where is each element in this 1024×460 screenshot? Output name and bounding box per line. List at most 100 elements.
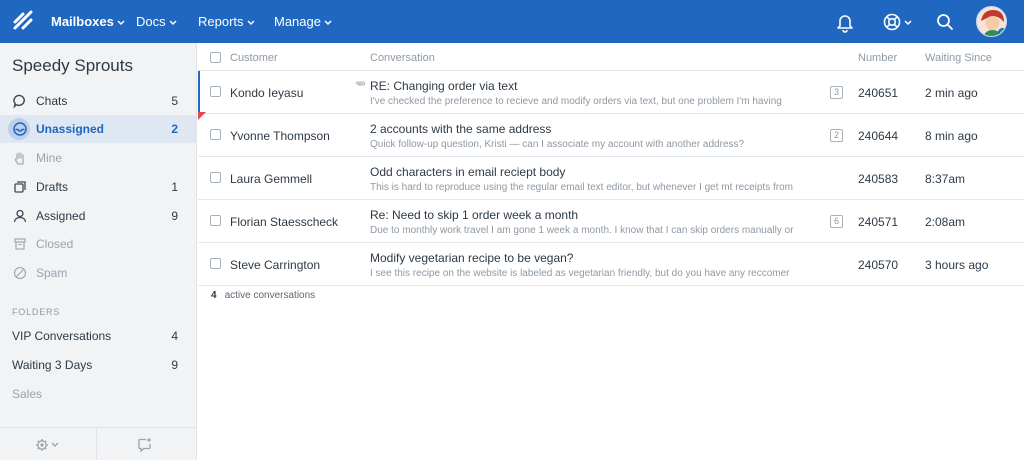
folder-label: Waiting 3 Days xyxy=(12,358,93,372)
sidebar-item-assigned[interactable]: Assigned 9 xyxy=(0,202,196,230)
conversation-subject: 2 accounts with the same address xyxy=(370,122,552,136)
new-conversation-icon xyxy=(138,438,151,453)
conversation-number: 240651 xyxy=(858,86,899,100)
sidebar-item-chats[interactable]: Chats 5 xyxy=(0,87,196,115)
top-navigation-bar: Mailboxes Docs Reports Manage xyxy=(0,0,1024,43)
nav-docs[interactable]: Docs xyxy=(136,0,177,43)
conversation-subject: Odd characters in email reciept body xyxy=(370,165,566,179)
nav-manage[interactable]: Manage xyxy=(274,0,332,43)
table-row[interactable]: Kondo Ieyasu RE: Changing order via text… xyxy=(198,71,1024,114)
attachment-icon xyxy=(355,81,365,86)
table-row[interactable]: Steve Carrington Modify vegetarian recip… xyxy=(198,243,1024,286)
sidebar-item-count: 1 xyxy=(171,180,178,194)
gear-icon xyxy=(36,439,59,451)
conversation-number: 240583 xyxy=(858,172,899,186)
sidebar-item-label: Closed xyxy=(36,237,74,251)
sidebar-item-label: Unassigned xyxy=(36,122,105,136)
sidebar-item-drafts[interactable]: Drafts 1 xyxy=(0,173,196,201)
conversation-subject: Modify vegetarian recipe to be vegan? xyxy=(370,251,574,265)
nav-reports[interactable]: Reports xyxy=(198,0,255,43)
column-header-customer[interactable]: Customer xyxy=(230,52,278,64)
waiting-since: 2 min ago xyxy=(925,86,978,100)
row-checkbox[interactable] xyxy=(210,172,221,183)
folder-label: Sales xyxy=(12,387,43,401)
online-status-indicator xyxy=(998,28,1006,36)
conversation-preview: This is hard to reproduce using the regu… xyxy=(370,182,793,193)
folders-heading: FOLDERS xyxy=(12,307,61,317)
sidebar-item-closed[interactable]: Closed xyxy=(0,230,196,258)
conversation-list: Customer Conversation Number Waiting Sin… xyxy=(198,43,1024,460)
helpscout-logo-icon[interactable] xyxy=(12,10,34,32)
row-checkbox[interactable] xyxy=(210,129,221,140)
customer-name: Steve Carrington xyxy=(230,258,321,272)
sidebar-item-label: Spam xyxy=(36,266,68,280)
folder-label: VIP Conversations xyxy=(12,329,112,343)
column-header-conversation[interactable]: Conversation xyxy=(370,52,435,64)
row-checkbox[interactable] xyxy=(210,86,221,97)
mouse-cursor-highlight xyxy=(8,118,30,140)
thread-count-badge: 2 xyxy=(830,129,843,142)
drafts-icon xyxy=(14,181,26,193)
active-conversations-label: active conversations xyxy=(224,290,316,301)
archive-icon xyxy=(14,238,26,250)
folder-item-waiting-3-days[interactable]: Waiting 3 Days 9 xyxy=(0,351,196,379)
nav-mailboxes[interactable]: Mailboxes xyxy=(51,0,125,43)
sidebar-item-label: Mine xyxy=(36,151,63,165)
conversation-number: 240644 xyxy=(858,129,899,143)
chevron-down-icon xyxy=(904,20,912,26)
conversation-subject: RE: Changing order via text xyxy=(370,79,518,93)
thread-count-badge: 3 xyxy=(830,86,843,99)
notifications-bell-icon[interactable] xyxy=(834,11,856,33)
user-avatar[interactable] xyxy=(976,6,1007,37)
mailbox-settings-button[interactable] xyxy=(0,428,96,460)
column-header-number[interactable]: Number xyxy=(858,52,897,64)
waiting-since: 2:08am xyxy=(925,215,966,229)
person-icon xyxy=(13,209,27,223)
conversation-preview: Due to monthly work travel I am gone 1 w… xyxy=(370,225,794,236)
row-checkbox[interactable] xyxy=(210,258,221,269)
folder-item-sales[interactable]: Sales xyxy=(0,380,196,408)
sidebar-item-mine[interactable]: Mine xyxy=(0,144,196,172)
conversation-number: 240571 xyxy=(858,215,899,229)
chevron-down-icon xyxy=(117,20,125,25)
table-row[interactable]: Laura Gemmell Odd characters in email re… xyxy=(198,157,1024,200)
active-conversations-count: 4 xyxy=(211,290,217,301)
unassigned-flag-marker xyxy=(198,112,206,120)
column-header-waiting-since[interactable]: Waiting Since xyxy=(925,52,992,64)
select-all-checkbox[interactable] xyxy=(210,52,221,63)
nav-docs-label: Docs xyxy=(136,14,166,29)
search-icon[interactable] xyxy=(934,11,956,33)
new-conversation-button[interactable] xyxy=(97,428,193,460)
nav-mailboxes-label: Mailboxes xyxy=(51,14,114,29)
table-header: Customer Conversation Number Waiting Sin… xyxy=(198,43,1024,71)
customer-name: Laura Gemmell xyxy=(230,172,313,186)
conversation-preview: I've checked the preference to recieve a… xyxy=(370,96,782,107)
waiting-since: 8:37am xyxy=(925,172,966,186)
customer-name: Kondo Ieyasu xyxy=(230,86,304,100)
hand-icon xyxy=(14,152,24,165)
waiting-since: 3 hours ago xyxy=(925,258,989,272)
folder-count: 4 xyxy=(171,329,178,343)
conversation-subject: Re: Need to skip 1 order week a month xyxy=(370,208,579,222)
customer-name: Florian Staesscheck xyxy=(230,215,339,229)
folder-count: 9 xyxy=(171,358,178,372)
table-row[interactable]: Florian Staesscheck Re: Need to skip 1 o… xyxy=(198,200,1024,243)
row-checkbox[interactable] xyxy=(210,215,221,226)
folder-item-vip-conversations[interactable]: VIP Conversations 4 xyxy=(0,322,196,350)
table-row[interactable]: Yvonne Thompson 2 accounts with the same… xyxy=(198,114,1024,157)
chevron-down-icon xyxy=(247,20,255,25)
conversation-preview: I see this recipe on the website is labe… xyxy=(370,268,790,279)
sidebar-item-label: Chats xyxy=(36,94,68,108)
mailbox-title[interactable]: Speedy Sprouts xyxy=(12,56,133,76)
help-menu-button[interactable] xyxy=(881,11,913,33)
sidebar-item-count: 5 xyxy=(171,94,178,108)
customer-name: Yvonne Thompson xyxy=(230,129,330,143)
chevron-down-icon xyxy=(324,20,332,25)
waiting-since: 8 min ago xyxy=(925,129,978,143)
sidebar-item-label: Drafts xyxy=(36,180,69,194)
mailbox-sidebar: Speedy Sprouts Chats 5 Unassigned 2 Mine… xyxy=(0,43,197,460)
sidebar-item-spam[interactable]: Spam xyxy=(0,259,196,287)
thread-count-badge: 6 xyxy=(830,215,843,228)
chevron-down-icon xyxy=(169,20,177,25)
sidebar-item-count: 9 xyxy=(171,209,178,223)
